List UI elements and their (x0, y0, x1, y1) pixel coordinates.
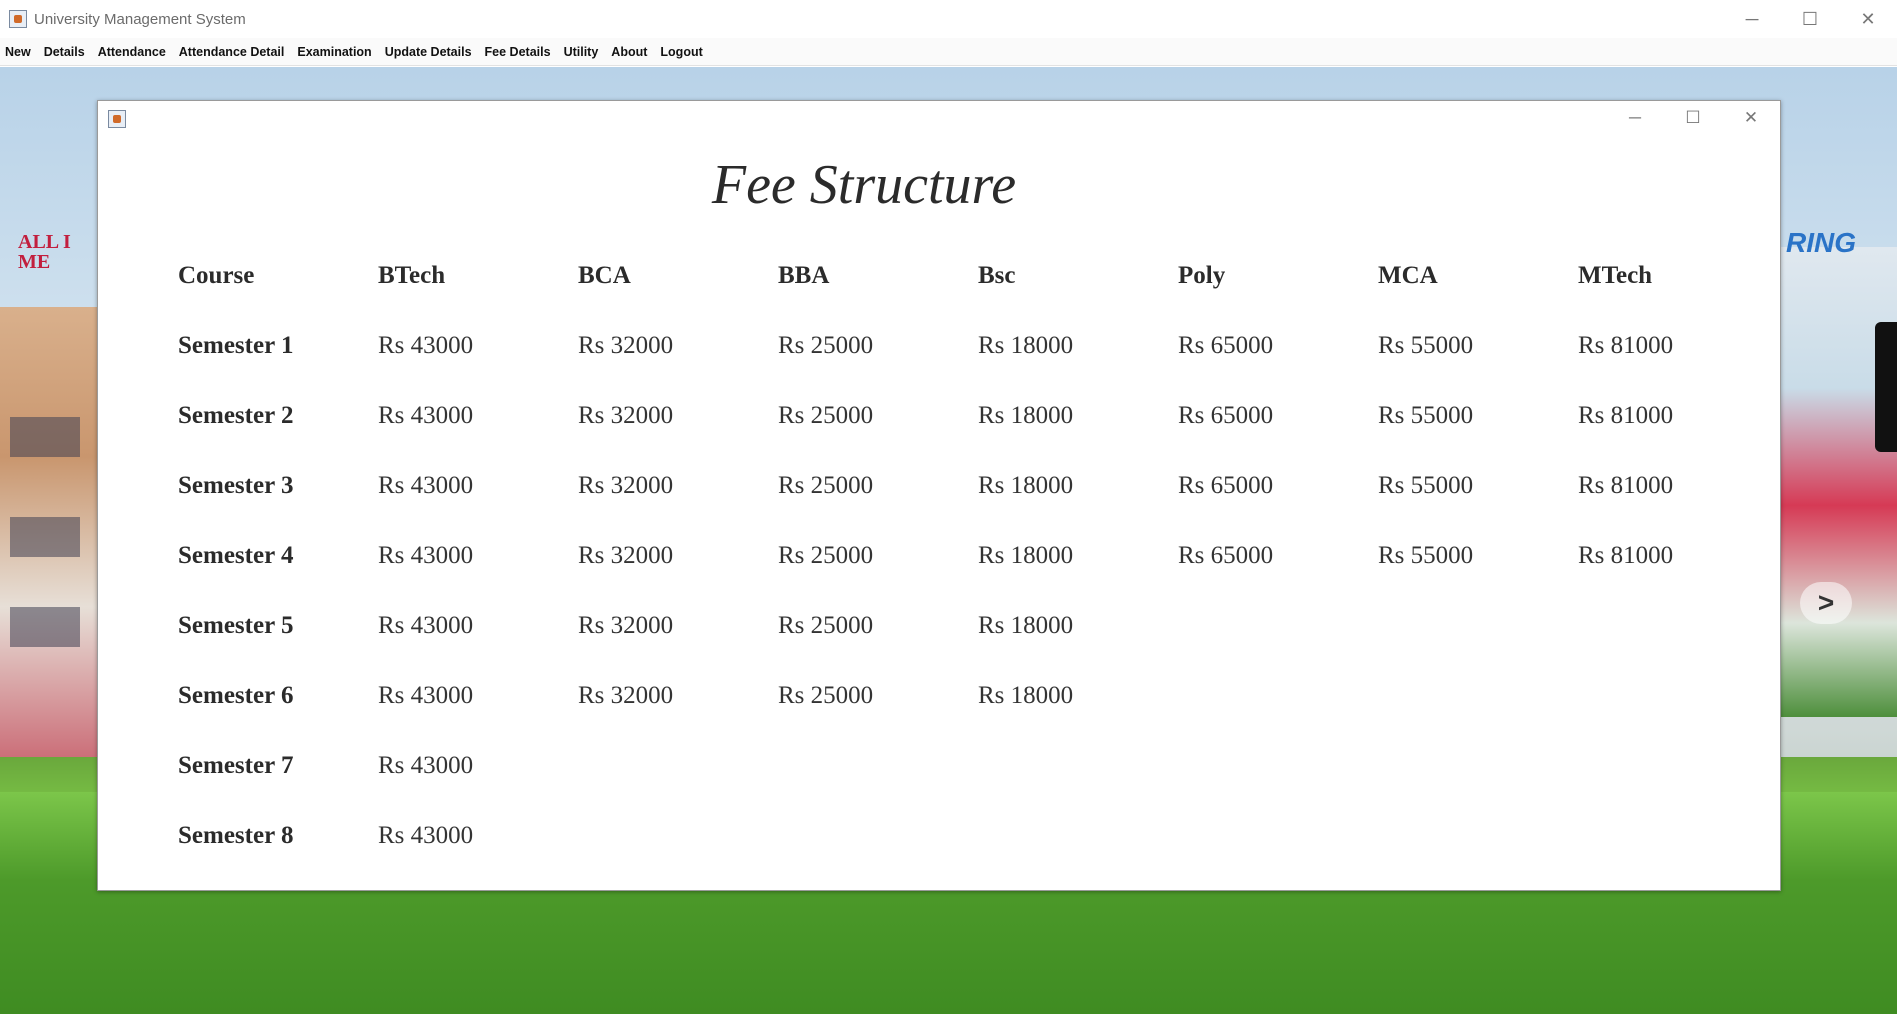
column-header: MTech (1578, 262, 1653, 289)
main-title-bar: University Management System ─ ☐ ✕ (0, 0, 1897, 38)
fee-table: Course BTech BCA BBA Bsc Poly MCA MTech … (178, 241, 1778, 871)
fee-cell: Rs 25000 (778, 612, 874, 639)
frame-close-button[interactable]: ✕ (1722, 101, 1780, 135)
row-label: Semester 4 (178, 542, 294, 569)
menu-utility[interactable]: Utility (563, 45, 606, 59)
column-header: MCA (1378, 262, 1438, 289)
menu-about[interactable]: About (610, 45, 654, 59)
row-label: Semester 6 (178, 682, 294, 709)
fee-cell: Rs 65000 (1178, 542, 1274, 569)
fee-cell: Rs 43000 (378, 402, 474, 429)
left-building (0, 307, 100, 807)
column-header: Poly (1178, 262, 1226, 289)
right-building (1778, 247, 1897, 717)
table-header-row: Course BTech BCA BBA Bsc Poly MCA MTech (178, 241, 1778, 311)
fee-cell: Rs 18000 (978, 542, 1074, 569)
fee-cell: Rs 43000 (378, 472, 474, 499)
table-row: Semester 5 Rs 43000 Rs 32000 Rs 25000 Rs… (178, 591, 1778, 661)
fee-cell: Rs 55000 (1378, 332, 1474, 359)
row-label: Semester 5 (178, 612, 294, 639)
close-button[interactable]: ✕ (1839, 0, 1897, 38)
column-header: BTech (378, 262, 446, 289)
building-window (10, 417, 80, 457)
java-app-icon (9, 10, 27, 28)
fee-cell: Rs 43000 (378, 752, 474, 779)
fee-cell: Rs 81000 (1578, 402, 1674, 429)
building-window (10, 607, 80, 647)
column-header: BBA (778, 262, 830, 289)
table-row: Semester 8 Rs 43000 (178, 801, 1778, 871)
maximize-button[interactable]: ☐ (1781, 0, 1839, 38)
minimize-button[interactable]: ─ (1723, 0, 1781, 38)
fee-cell: Rs 43000 (378, 332, 474, 359)
row-label: Semester 1 (178, 332, 294, 359)
fee-cell: Rs 18000 (978, 332, 1074, 359)
fee-cell: Rs 18000 (978, 682, 1074, 709)
fee-cell: Rs 32000 (578, 612, 674, 639)
fee-cell: Rs 55000 (1378, 542, 1474, 569)
frame-minimize-button[interactable]: ─ (1606, 101, 1664, 135)
building-window (10, 517, 80, 557)
fee-cell: Rs 18000 (978, 612, 1074, 639)
menu-fee-details[interactable]: Fee Details (484, 45, 558, 59)
table-row: Semester 3 Rs 43000 Rs 32000 Rs 25000 Rs… (178, 451, 1778, 521)
menu-details[interactable]: Details (43, 45, 92, 59)
fee-cell: Rs 55000 (1378, 402, 1474, 429)
menu-attendance-detail[interactable]: Attendance Detail (178, 45, 292, 59)
fee-cell: Rs 25000 (778, 332, 874, 359)
window-title: University Management System (34, 10, 246, 28)
row-label: Semester 7 (178, 752, 294, 779)
fee-cell: Rs 43000 (378, 612, 474, 639)
side-toolbar (1875, 322, 1897, 452)
table-row: Semester 7 Rs 43000 (178, 731, 1778, 801)
fee-cell: Rs 43000 (378, 542, 474, 569)
table-row: Semester 4 Rs 43000 Rs 32000 Rs 25000 Rs… (178, 521, 1778, 591)
table-row: Semester 6 Rs 43000 Rs 32000 Rs 25000 Rs… (178, 661, 1778, 731)
table-row: Semester 2 Rs 43000 Rs 32000 Rs 25000 Rs… (178, 381, 1778, 451)
fee-cell: Rs 55000 (1378, 472, 1474, 499)
fee-cell: Rs 25000 (778, 682, 874, 709)
frame-controls: ─ ☐ ✕ (1606, 101, 1780, 135)
column-header: Bsc (978, 262, 1016, 289)
row-label: Semester 8 (178, 822, 294, 849)
java-app-icon (108, 110, 126, 128)
fee-cell: Rs 25000 (778, 542, 874, 569)
page-title: Fee Structure (711, 154, 1017, 216)
menu-examination[interactable]: Examination (296, 45, 378, 59)
fee-cell: Rs 65000 (1178, 332, 1274, 359)
menu-bar: New Details Attendance Attendance Detail… (0, 38, 1897, 66)
fee-cell: Rs 65000 (1178, 472, 1274, 499)
campus-sign-left: ALL I ME (18, 231, 71, 273)
column-header: BCA (578, 262, 631, 289)
fee-cell: Rs 81000 (1578, 332, 1674, 359)
fee-cell: Rs 43000 (378, 822, 474, 849)
menu-update-details[interactable]: Update Details (384, 45, 479, 59)
fee-cell: Rs 65000 (1178, 402, 1274, 429)
fee-cell: Rs 81000 (1578, 472, 1674, 499)
menu-logout[interactable]: Logout (659, 45, 709, 59)
fee-cell: Rs 32000 (578, 682, 674, 709)
campus-sign-right: RING (1786, 227, 1856, 258)
fee-cell: Rs 18000 (978, 402, 1074, 429)
row-label: Semester 3 (178, 472, 294, 499)
fee-cell: Rs 32000 (578, 542, 674, 569)
fee-cell: Rs 32000 (578, 472, 674, 499)
fee-cell: Rs 32000 (578, 402, 674, 429)
window-controls: ─ ☐ ✕ (1723, 0, 1897, 38)
fee-cell: Rs 43000 (378, 682, 474, 709)
fee-cell: Rs 25000 (778, 402, 874, 429)
row-label: Semester 2 (178, 402, 294, 429)
fee-cell: Rs 25000 (778, 472, 874, 499)
fee-cell: Rs 81000 (1578, 542, 1674, 569)
frame-maximize-button[interactable]: ☐ (1664, 101, 1722, 135)
fee-cell: Rs 32000 (578, 332, 674, 359)
column-header: Course (178, 262, 255, 289)
fee-structure-window: ─ ☐ ✕ Fee Structure Course BTech BCA BBA… (97, 100, 1781, 891)
frame-title-bar: ─ ☐ ✕ (98, 101, 1780, 135)
table-row: Semester 1 Rs 43000 Rs 32000 Rs 25000 Rs… (178, 311, 1778, 381)
menu-attendance[interactable]: Attendance (97, 45, 173, 59)
menu-new[interactable]: New (4, 45, 38, 59)
fee-cell: Rs 18000 (978, 472, 1074, 499)
next-arrow-icon: > (1800, 582, 1852, 624)
